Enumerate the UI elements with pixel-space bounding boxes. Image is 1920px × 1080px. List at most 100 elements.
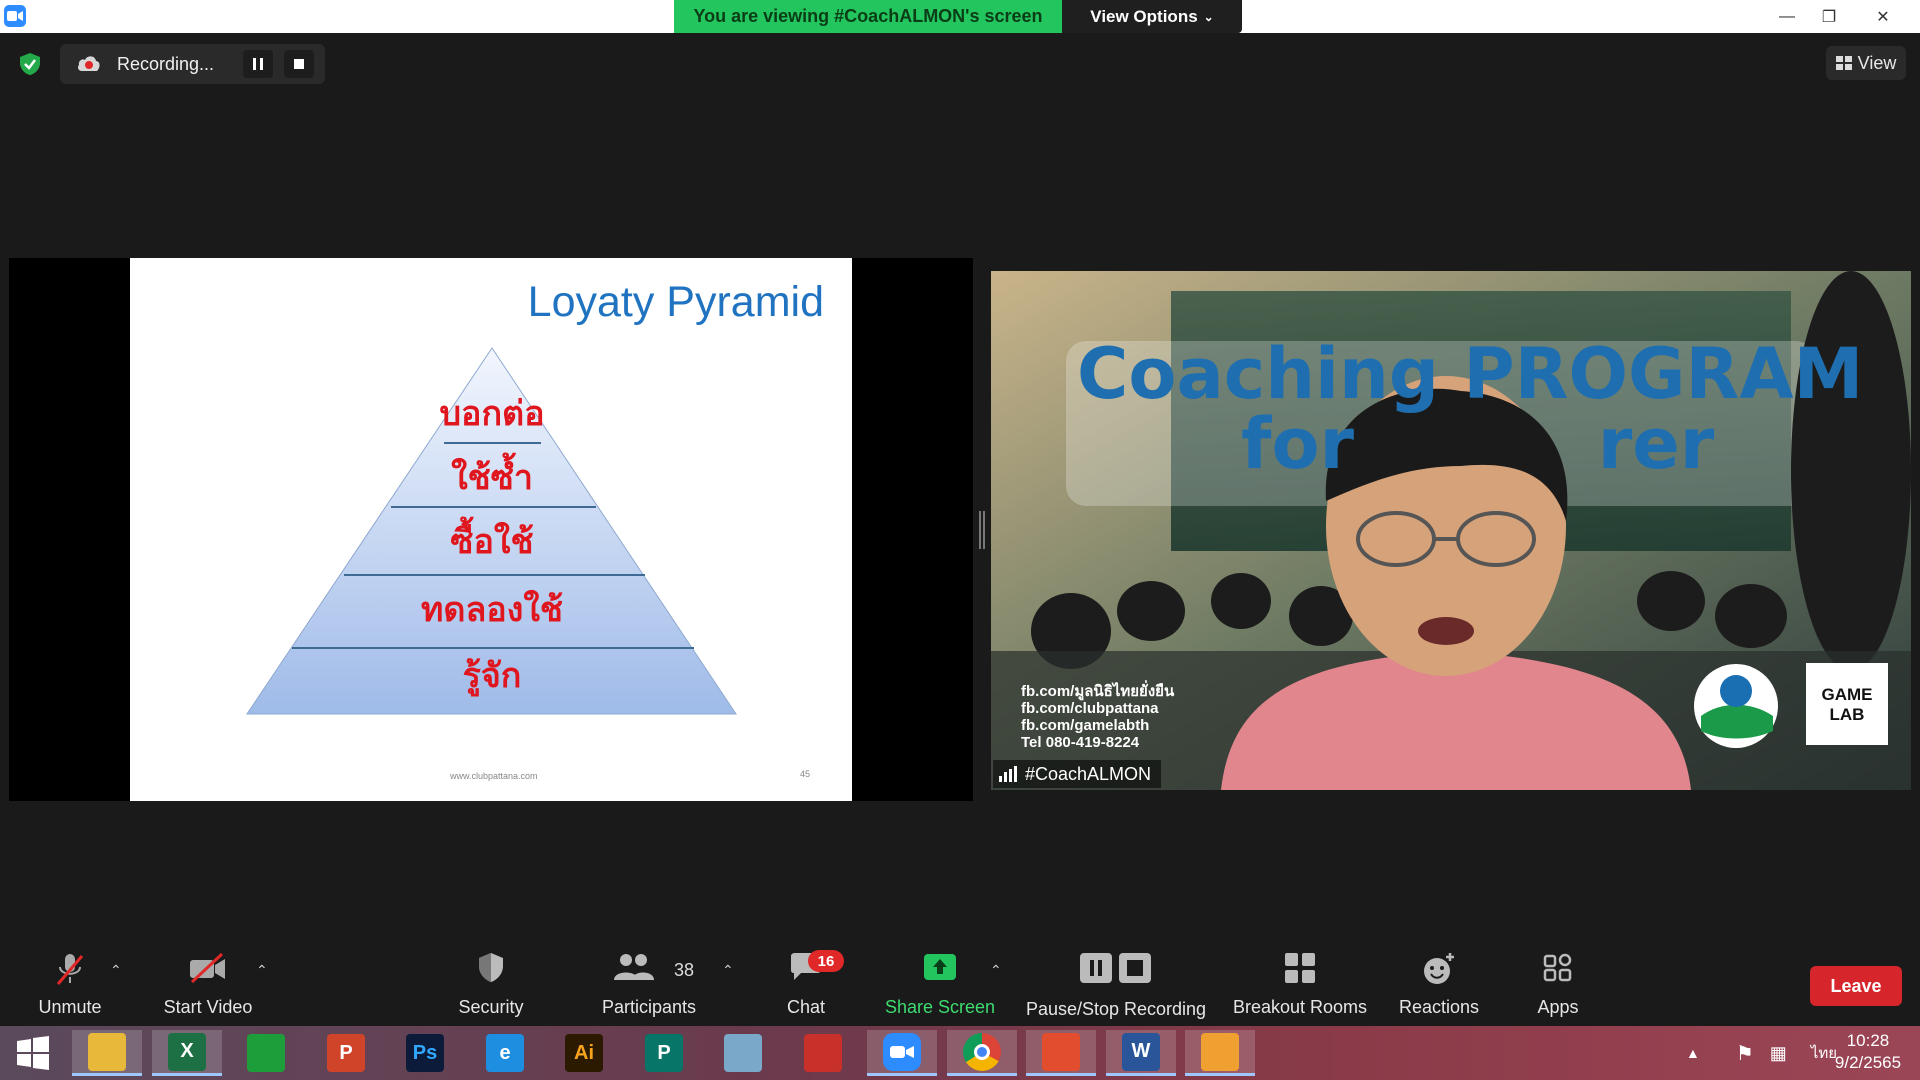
participants-count: 38 <box>674 960 695 980</box>
taskbar-app-illustrator[interactable]: Ai <box>549 1030 619 1076</box>
chevron-up-icon[interactable]: ▲ <box>1686 1045 1700 1061</box>
grid-view-icon <box>1835 56 1852 70</box>
photo-viewer-icon <box>1201 1032 1239 1071</box>
pause-recording-button[interactable] <box>243 50 273 78</box>
taskbar-app-pencil-app[interactable] <box>708 1030 778 1076</box>
encryption-shield-icon[interactable] <box>18 52 42 76</box>
stop-icon <box>294 59 304 69</box>
share-screen-icon <box>924 954 956 980</box>
participant-video[interactable]: Coaching PROGRAM for rer fb.com/มูลนิธิไ… <box>991 271 1911 790</box>
audio-options-caret[interactable]: ⌃ <box>110 962 122 979</box>
stop-recording-button[interactable] <box>284 50 314 78</box>
pencil-app-icon <box>724 1034 762 1072</box>
share-options-caret[interactable]: ⌃ <box>990 962 1002 979</box>
close-button[interactable]: ✕ <box>1862 0 1904 33</box>
taskbar-app-photoshop[interactable]: Ps <box>390 1030 460 1076</box>
pause-stop-recording-button[interactable]: Pause/Stop Recording <box>1024 944 1208 1026</box>
share-screen-button[interactable]: Share Screen <box>882 944 998 1026</box>
video-off-icon <box>190 952 225 984</box>
leave-button[interactable]: Leave <box>1810 966 1902 1006</box>
pause-icon <box>253 58 263 70</box>
internet-explorer-icon: e <box>486 1034 524 1072</box>
recording-label: Recording... <box>117 54 215 74</box>
tray-decoration <box>1640 1033 1686 1073</box>
participants-button[interactable]: Participants <box>596 944 702 1026</box>
shared-screen: Loyaty Pyramid บอกต่อ ใช้ซ้ำ ซื้อใช้ ทดล… <box>9 258 973 801</box>
photoscape-icon <box>804 1034 842 1072</box>
flag-icon[interactable]: ⚑ <box>1736 1041 1754 1066</box>
unmute-button[interactable]: Unmute <box>22 944 118 1026</box>
video-options-caret[interactable]: ⌃ <box>256 962 268 979</box>
pyramid-level-2: ใช้ซ้ำ <box>451 458 533 498</box>
gamelab-logo: GAME LAB <box>1821 685 1873 724</box>
reactions-button[interactable]: Reactions <box>1392 944 1486 1026</box>
taskbar-app-powerpoint[interactable]: P <box>311 1030 381 1076</box>
start-video-label: Start Video <box>163 997 253 1017</box>
share-screen-label: Share Screen <box>884 997 996 1017</box>
start-video-button[interactable]: Start Video <box>152 944 264 1026</box>
zoom-icon <box>883 1032 921 1071</box>
pause-stop-label: Pause/Stop Recording <box>1025 999 1207 1019</box>
pyramid-level-1: บอกต่อ <box>439 394 545 434</box>
clock-date: 9/2/2565 <box>1834 1053 1902 1072</box>
chrome-icon <box>963 1032 1001 1071</box>
participants-label: Participants <box>601 997 697 1017</box>
security-button[interactable]: Security <box>446 944 536 1026</box>
chevron-down-icon: ⌄ <box>1203 9 1214 24</box>
windows-logo-icon <box>17 1036 49 1070</box>
split-divider-handle[interactable] <box>979 511 985 549</box>
taskbar-app-internet-explorer[interactable]: e <box>470 1030 540 1076</box>
zoom-logo-icon <box>4 5 26 27</box>
chat-unread-badge: 16 <box>808 950 844 972</box>
view-label: View <box>1857 52 1897 73</box>
chat-label: Chat <box>786 997 826 1017</box>
participants-options-caret[interactable]: ⌃ <box>722 962 734 979</box>
cloud-recording-icon <box>76 53 102 75</box>
pyramid-level-4: ทดลองใช้ <box>420 590 564 630</box>
taskbar-app-excel[interactable]: X <box>152 1030 222 1076</box>
chrome-center-dot <box>974 1043 990 1060</box>
file-explorer-icon <box>88 1032 126 1071</box>
taskbar-app-word[interactable]: W <box>1106 1030 1176 1076</box>
taskbar-app-store[interactable] <box>231 1030 301 1076</box>
participant-name-tag: #CoachALMON <box>993 760 1162 788</box>
system-tray: ▲ ⚑ ▦ ไทย <box>1640 1026 1837 1080</box>
illustrator-icon: Ai <box>565 1034 603 1072</box>
photoshop-icon: Ps <box>406 1034 444 1072</box>
view-options-button[interactable]: View Options ⌄ <box>1062 0 1242 33</box>
office-icon <box>1042 1032 1080 1071</box>
recording-indicator: Recording... <box>60 44 325 84</box>
start-button[interactable] <box>0 1030 66 1076</box>
backdrop-contacts: fb.com/มูลนิธิไทยยั่งยืน fb.com/clubpatt… <box>1021 683 1174 751</box>
word-icon: W <box>1122 1032 1160 1071</box>
muted-microphone-icon <box>56 954 84 985</box>
view-layout-button[interactable]: View <box>1826 46 1906 80</box>
apps-button[interactable]: Apps <box>1522 944 1594 1026</box>
contact-line: fb.com/มูลนิธิไทยยั่งยืน <box>1021 683 1175 700</box>
pyramid-level-3: ซื้อใช้ <box>450 522 534 562</box>
taskbar-app-office[interactable] <box>1026 1030 1096 1076</box>
taskbar-app-photo-viewer[interactable] <box>1185 1030 1255 1076</box>
store-icon <box>247 1034 285 1072</box>
clock[interactable]: 10:28 9/2/2565 <box>1822 1030 1914 1074</box>
taskbar-app-chrome[interactable] <box>947 1030 1017 1076</box>
apps-icon <box>1543 953 1572 982</box>
security-shield-icon <box>479 953 503 982</box>
clock-time: 10:28 <box>1846 1031 1890 1050</box>
network-icon[interactable]: ▦ <box>1770 1043 1787 1064</box>
excel-icon: X <box>168 1032 206 1071</box>
breakout-rooms-button[interactable]: Breakout Rooms <box>1230 944 1370 1026</box>
breakout-rooms-icon <box>1285 953 1315 983</box>
view-options-label: View Options <box>1090 6 1198 26</box>
taskbar-app-publisher[interactable]: P <box>629 1030 699 1076</box>
minimize-button[interactable]: — <box>1766 0 1808 33</box>
viewing-banner: You are viewing #CoachALMON's screen <box>674 0 1062 33</box>
taskbar-app-zoom[interactable] <box>867 1030 937 1076</box>
publisher-icon: P <box>645 1034 683 1072</box>
taskbar-app-file-explorer[interactable] <box>72 1030 142 1076</box>
backdrop-subtitle: for rer <box>1241 403 1715 485</box>
restore-button[interactable]: ❐ <box>1808 0 1850 33</box>
taskbar-app-photoscape[interactable] <box>788 1030 858 1076</box>
presentation-slide: Loyaty Pyramid บอกต่อ ใช้ซ้ำ ซื้อใช้ ทดล… <box>130 258 852 801</box>
unmute-label: Unmute <box>38 997 102 1017</box>
